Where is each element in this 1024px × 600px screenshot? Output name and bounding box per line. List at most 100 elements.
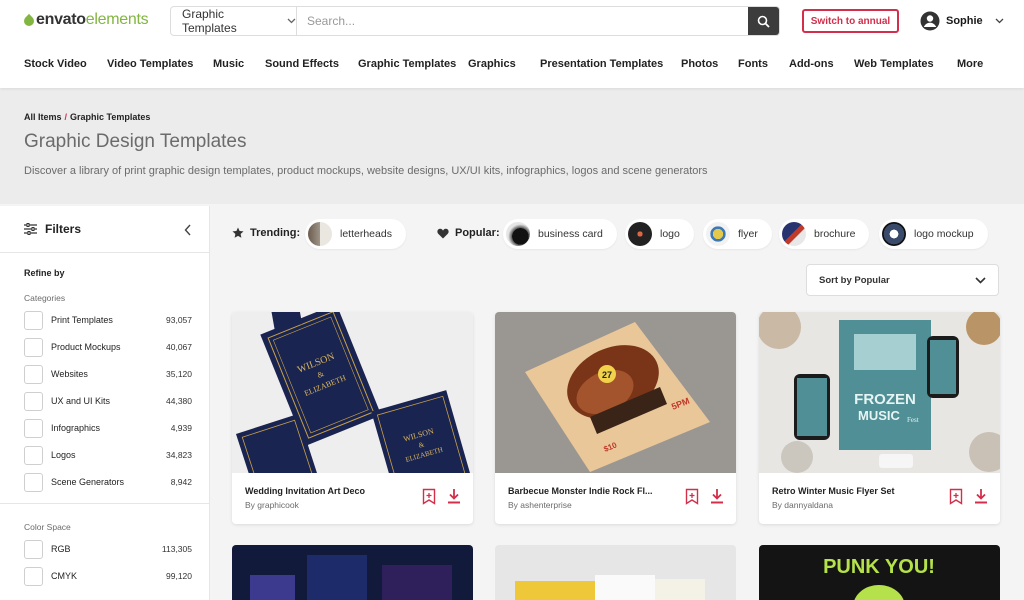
item-card-preview[interactable]: PUNK YOU! — [759, 545, 1000, 600]
filter-cmyk[interactable]: CMYK 99,120 — [24, 566, 192, 586]
nav-fonts[interactable]: Fonts — [738, 58, 789, 70]
checkbox[interactable] — [24, 472, 43, 492]
nav-graphics[interactable]: Graphics — [468, 58, 540, 70]
download-icon[interactable] — [447, 488, 461, 504]
item-card[interactable]: WILSON & ELIZABETH WILSON & ELIZABETH We… — [232, 312, 473, 524]
download-icon[interactable] — [710, 488, 724, 504]
nav-more[interactable]: More — [957, 58, 983, 70]
collapse-sidebar-icon[interactable] — [184, 224, 192, 236]
heart-icon — [437, 228, 449, 238]
item-title[interactable]: Wedding Invitation Art Deco — [245, 486, 365, 496]
filter-count: 44,380 — [166, 396, 192, 406]
download-icon[interactable] — [974, 488, 988, 504]
checkbox[interactable] — [24, 539, 43, 559]
checkbox[interactable] — [24, 337, 43, 357]
user-name: Sophie — [946, 15, 983, 27]
letterheads-thumbnail — [308, 222, 332, 246]
filter-rgb[interactable]: RGB 113,305 — [24, 539, 192, 559]
nav-sound-effects[interactable]: Sound Effects — [265, 58, 358, 70]
nav-photos[interactable]: Photos — [681, 58, 738, 70]
item-title[interactable]: Retro Winter Music Flyer Set — [772, 486, 894, 496]
nav-music[interactable]: Music — [213, 58, 265, 70]
search-bar: Graphic Templates — [170, 6, 780, 36]
breadcrumb-all-items[interactable]: All Items — [24, 112, 62, 122]
checkbox[interactable] — [24, 310, 43, 330]
item-card[interactable]: FROZEN MUSIC Fest Retro Winter Music Fly… — [759, 312, 1000, 524]
popular-chip-flyer[interactable]: flyer — [703, 219, 772, 249]
checkbox[interactable] — [24, 445, 43, 465]
top-bar: envatoelements Graphic Templates Switch … — [0, 0, 1024, 88]
filter-infographics[interactable]: Infographics 4,939 — [24, 418, 192, 438]
filter-logos[interactable]: Logos 34,823 — [24, 445, 192, 465]
filter-label: Print Templates — [51, 315, 113, 325]
filter-count: 113,305 — [161, 544, 192, 554]
item-card[interactable]: 27 5PM $10 Barbecue Monster Indie Rock F… — [495, 312, 736, 524]
popular-chip-logo[interactable]: logo — [625, 219, 694, 249]
search-button[interactable] — [748, 7, 779, 35]
item-author[interactable]: By ashenterprise — [508, 500, 572, 510]
leaf-icon — [21, 13, 37, 29]
popular-chip-brochure[interactable]: brochure — [779, 219, 870, 249]
trending-chip-letterheads[interactable]: letterheads — [305, 219, 406, 249]
filter-count: 8,942 — [170, 477, 192, 487]
nav-web-templates[interactable]: Web Templates — [854, 58, 957, 70]
add-to-collection-icon[interactable] — [422, 488, 436, 505]
flyer-thumbnail — [706, 222, 730, 246]
trending-label: Trending: — [232, 227, 300, 239]
user-menu[interactable]: Sophie — [920, 11, 1004, 31]
chip-label: flyer — [738, 228, 758, 240]
brochure-thumbnail — [782, 222, 806, 246]
nav-graphic-templates[interactable]: Graphic Templates — [358, 58, 468, 70]
barbecue-flyer-preview[interactable]: 27 5PM $10 — [495, 312, 736, 473]
checkbox[interactable] — [24, 566, 43, 586]
item-author[interactable]: By dannyaldana — [772, 500, 833, 510]
star-icon — [232, 227, 244, 238]
refine-by-label: Refine by — [24, 268, 65, 278]
sort-dropdown[interactable]: Sort by Popular — [806, 264, 999, 296]
filter-websites[interactable]: Websites 35,120 — [24, 364, 192, 384]
filters-title: Filters — [45, 222, 82, 236]
item-title[interactable]: Barbecue Monster Indie Rock Fl... — [508, 486, 653, 496]
page-description: Discover a library of print graphic desi… — [24, 165, 708, 177]
add-to-collection-icon[interactable] — [685, 488, 699, 505]
add-to-collection-icon[interactable] — [949, 488, 963, 505]
item-card-preview[interactable] — [495, 545, 736, 600]
color-space-label: Color Space — [24, 522, 71, 532]
preview-artwork: WILSON & ELIZABETH WILSON & ELIZABETH — [232, 312, 473, 473]
logo-thumbnail — [628, 222, 652, 246]
chevron-down-icon — [995, 18, 1004, 24]
item-card-preview[interactable] — [232, 545, 473, 600]
wedding-invitation-preview[interactable]: WILSON & ELIZABETH WILSON & ELIZABETH — [232, 312, 473, 473]
item-actions — [685, 488, 724, 505]
nav-presentation-templates[interactable]: Presentation Templates — [540, 58, 681, 70]
checkbox[interactable] — [24, 418, 43, 438]
search-input[interactable] — [297, 7, 748, 35]
search-category-select[interactable]: Graphic Templates — [171, 7, 297, 35]
checkbox[interactable] — [24, 364, 43, 384]
filter-sliders-icon — [24, 223, 37, 235]
filter-count: 35,120 — [166, 369, 192, 379]
filter-ux-ui-kits[interactable]: UX and UI Kits 44,380 — [24, 391, 192, 411]
popular-label: Popular: — [437, 227, 500, 239]
nav-stock-video[interactable]: Stock Video — [24, 58, 107, 70]
filters-divider — [0, 252, 210, 253]
filter-print-templates[interactable]: Print Templates 93,057 — [24, 310, 192, 330]
filter-label: UX and UI Kits — [51, 396, 111, 406]
filter-count: 4,939 — [170, 423, 192, 433]
search-category-label: Graphic Templates — [182, 7, 237, 35]
frozen-title-1: FROZEN — [854, 391, 916, 408]
chevron-down-icon — [287, 18, 296, 24]
envato-logo[interactable]: envato elements — [21, 11, 149, 29]
filter-label: Scene Generators — [51, 477, 125, 487]
frozen-music-flyer-preview[interactable]: FROZEN MUSIC Fest — [759, 312, 1000, 473]
filter-product-mockups[interactable]: Product Mockups 40,067 — [24, 337, 192, 357]
nav-video-templates[interactable]: Video Templates — [107, 58, 213, 70]
checkbox[interactable] — [24, 391, 43, 411]
filter-scene-generators[interactable]: Scene Generators 8,942 — [24, 472, 192, 492]
nav-add-ons[interactable]: Add-ons — [789, 58, 854, 70]
item-author[interactable]: By graphicook — [245, 500, 299, 510]
bbq-date: 27 — [602, 370, 612, 380]
popular-chip-logo-mockup[interactable]: logo mockup — [879, 219, 988, 249]
popular-chip-business-card[interactable]: business card — [503, 219, 617, 249]
switch-to-annual-button[interactable]: Switch to annual — [802, 9, 899, 33]
